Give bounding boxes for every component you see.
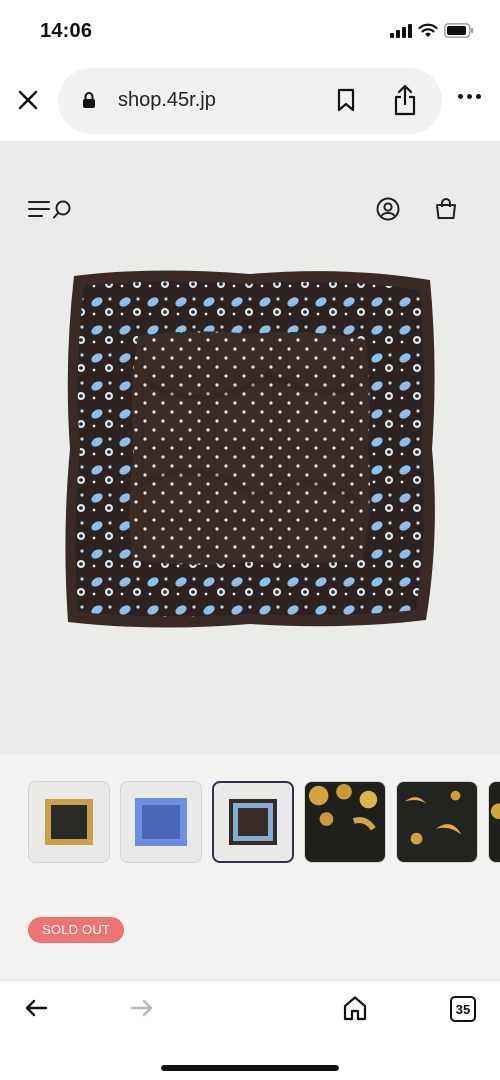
thumbnail-section: SOLD OUT — [0, 755, 500, 980]
share-button[interactable] — [393, 84, 417, 121]
account-icon[interactable] — [376, 197, 400, 221]
back-arrow-icon[interactable] — [24, 998, 48, 1018]
cart-icon[interactable] — [434, 197, 458, 221]
battery-icon — [444, 23, 474, 38]
search-icon[interactable] — [52, 200, 72, 220]
thumbnail-detail-crescent[interactable] — [396, 781, 478, 863]
product-image[interactable] — [60, 264, 440, 634]
more-icon[interactable] — [458, 94, 481, 99]
status-badge: SOLD OUT — [28, 917, 125, 943]
home-icon[interactable] — [342, 995, 368, 1021]
thumbnail-partial[interactable] — [488, 781, 500, 863]
thumbnail-black-gold[interactable] — [28, 781, 110, 863]
url-text: shop.45r.jp — [118, 89, 216, 111]
status-bar: 14:06 — [0, 0, 500, 62]
thumbnail-detail-gold[interactable] — [304, 781, 386, 863]
wifi-icon — [418, 23, 438, 37]
signal-icon — [390, 23, 412, 38]
forward-arrow-icon[interactable] — [130, 998, 154, 1018]
close-button[interactable] — [14, 86, 42, 114]
thumbnail-blue[interactable] — [120, 781, 202, 863]
tabs-icon[interactable]: 35 — [450, 996, 476, 1022]
menu-icon[interactable] — [28, 200, 50, 218]
tab-count: 35 — [455, 1001, 471, 1017]
thumbnail-brown[interactable] — [212, 781, 294, 863]
lock-icon — [83, 92, 95, 108]
thumbnail-strip[interactable] — [28, 781, 500, 863]
bookmark-icon — [337, 88, 355, 112]
close-icon — [18, 90, 38, 110]
address-bar[interactable]: shop.45r.jp — [58, 68, 442, 134]
share-icon — [394, 84, 416, 116]
status-time: 14:06 — [40, 20, 93, 42]
bookmark-button[interactable] — [337, 88, 355, 117]
browser-bottom-bar: 35 — [0, 980, 500, 1080]
home-indicator — [161, 1065, 339, 1071]
status-icons — [390, 23, 474, 38]
browser-toolbar: shop.45r.jp — [0, 62, 500, 142]
product-gallery — [0, 142, 500, 755]
